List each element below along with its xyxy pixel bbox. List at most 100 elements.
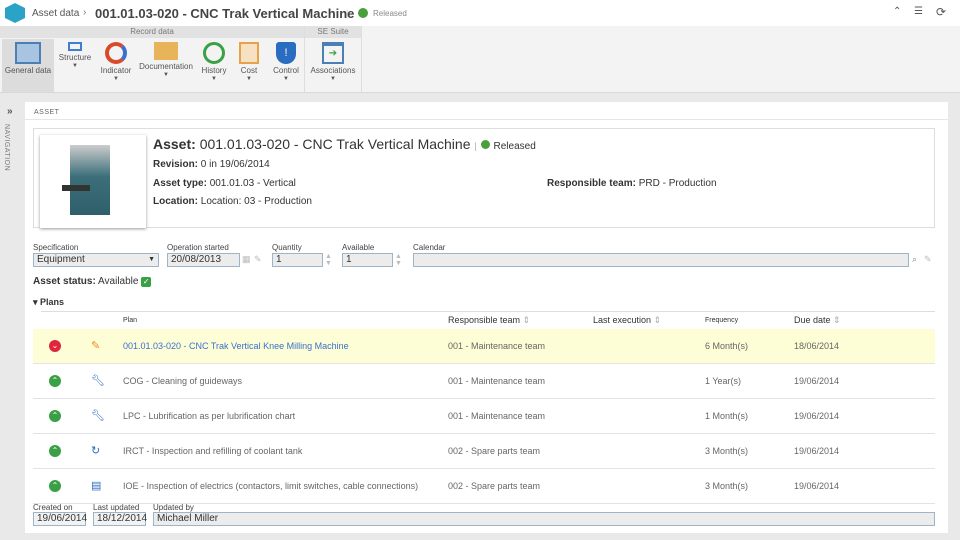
table-row[interactable]: ⌄ ✎ 001.01.03-020 - CNC Trak Vertical Kn…: [33, 329, 935, 364]
plans-toggle[interactable]: ▾ Plans: [33, 297, 64, 308]
plan-due-date: 19/06/2014: [794, 446, 840, 456]
column-due-date[interactable]: Due date ⇕: [794, 315, 841, 326]
plan-frequency: 3 Month(s): [705, 481, 749, 491]
divider: |: [346, 8, 349, 18]
group-record-data: Record data: [0, 26, 304, 38]
documentation-button[interactable]: Documentation ▼: [138, 39, 194, 92]
refresh-icon[interactable]: ⟳: [936, 5, 946, 19]
available-label: Available: [342, 243, 375, 252]
associations-button[interactable]: ➔ Associations ▼: [308, 39, 358, 92]
navigation-sidebar[interactable]: » NAVIGATION: [0, 102, 20, 540]
available-field[interactable]: 1: [342, 253, 393, 267]
column-plan[interactable]: Plan: [123, 317, 137, 324]
navigation-label: NAVIGATION: [3, 124, 10, 172]
plan-due-date: 19/06/2014: [794, 376, 840, 386]
plan-frequency: 3 Month(s): [705, 446, 749, 456]
quantity-stepper[interactable]: ▲ ▼: [325, 253, 332, 267]
general-data-button[interactable]: General data: [2, 39, 54, 92]
updated-by-label: Updated by: [153, 503, 194, 512]
history-button[interactable]: History ▼: [198, 39, 230, 92]
ok-status-icon: ⌃: [49, 445, 61, 457]
asset-type: Asset type: 001.01.03 - Vertical: [153, 178, 296, 189]
breadcrumb-asset-data[interactable]: Asset data: [32, 8, 79, 19]
shield-warning-icon: !: [276, 42, 296, 64]
created-on-field: 19/06/2014: [33, 512, 87, 526]
released-badge-icon: [480, 140, 490, 149]
asset-title: Asset: 001.01.03-020 - CNC Trak Vertical…: [153, 136, 536, 152]
indicator-button[interactable]: Indicator ▼: [98, 39, 134, 92]
clear-icon[interactable]: ✎: [924, 254, 932, 265]
wrench-icon: 🔧︎: [91, 410, 105, 422]
plan-team: 001 - Maintenance team: [448, 376, 546, 386]
control-button[interactable]: ! Control ▼: [268, 39, 304, 92]
ribbon-toolbar: Record data SE Suite General data Struct…: [0, 26, 960, 93]
plan-name: LPC - Lubrification as per lubrification…: [123, 411, 296, 421]
structure-button[interactable]: Structure ▼: [56, 39, 94, 92]
operation-started-field[interactable]: 20/08/2013: [167, 253, 240, 267]
calendar-field[interactable]: [413, 253, 909, 267]
wrench-icon: 🔧︎: [91, 375, 105, 387]
available-stepper[interactable]: ▲ ▼: [395, 253, 402, 267]
plan-name: IOE - Inspection of electrics (contactor…: [123, 481, 419, 491]
location: Location: Location: 03 - Production: [153, 196, 312, 207]
updated-by-field: Michael Miller: [153, 512, 935, 526]
plan-name: IRCT - Inspection and refilling of coola…: [123, 446, 303, 456]
expand-icon[interactable]: »: [7, 106, 13, 117]
table-row[interactable]: ⌃ ▤ IOE - Inspection of electrics (conta…: [33, 469, 935, 504]
column-frequency[interactable]: Frequency: [705, 317, 738, 324]
gauge-icon: [105, 42, 127, 64]
plan-team: 002 - Spare parts team: [448, 481, 541, 491]
tool-orange-icon: ✎: [91, 340, 101, 352]
table-row[interactable]: ⌃ 🔧︎ COG - Cleaning of guideways 001 - M…: [33, 364, 935, 399]
quantity-field[interactable]: 1: [272, 253, 323, 267]
associations-icon: ➔: [322, 42, 344, 64]
column-last-execution[interactable]: Last execution ⇕: [593, 315, 661, 326]
calendar-icon[interactable]: ▦: [242, 254, 251, 265]
table-row[interactable]: ⌃ ↻ IRCT - Inspection and refilling of c…: [33, 434, 935, 469]
plan-name: COG - Cleaning of guideways: [123, 376, 243, 386]
asset-status: Asset status: Available ✓: [33, 276, 152, 287]
table-row[interactable]: ⌃ 🔧︎ LPC - Lubrification as per lubrific…: [33, 399, 935, 434]
plan-frequency: 1 Month(s): [705, 411, 749, 421]
last-updated-label: Last updated: [93, 503, 140, 512]
plan-team: 002 - Spare parts team: [448, 446, 541, 456]
breadcrumb-chevron-icon: ›: [83, 7, 87, 18]
collapse-up-icon[interactable]: ⌃: [893, 6, 901, 17]
clear-icon[interactable]: ✎: [254, 254, 262, 265]
plan-frequency: 6 Month(s): [705, 341, 749, 351]
refill-icon: ↻: [91, 445, 101, 457]
quantity-label: Quantity: [272, 243, 302, 252]
clipboard-icon: ▤: [91, 480, 102, 492]
window-icon: [15, 42, 41, 64]
list-icon[interactable]: ☰: [914, 6, 923, 17]
structure-icon: [68, 42, 82, 51]
plan-frequency: 1 Year(s): [705, 376, 742, 386]
status-text: Released: [373, 9, 407, 18]
specification-select[interactable]: Equipment ▼: [33, 253, 159, 267]
caret-down-icon: ▾: [33, 297, 38, 307]
folder-clip-icon: [154, 42, 178, 60]
plan-due-date: 19/06/2014: [794, 481, 840, 491]
plan-team: 001 - Maintenance team: [448, 411, 546, 421]
operation-started-label: Operation started: [167, 243, 229, 252]
ok-status-icon: ⌃: [49, 375, 61, 387]
created-on-label: Created on: [33, 503, 73, 512]
revision: Revision: 0 in 19/06/2014: [153, 159, 270, 170]
cost-button[interactable]: Cost ▼: [234, 39, 264, 92]
search-icon[interactable]: ⌕: [912, 254, 917, 265]
section-title: ASSET: [34, 109, 60, 116]
plan-due-date: 18/06/2014: [794, 341, 840, 351]
calendar-label: Calendar: [413, 243, 446, 252]
overdue-status-icon: ⌄: [49, 340, 61, 352]
top-bar: Asset data › 001.01.03-020 - CNC Trak Ve…: [0, 0, 960, 26]
plan-name[interactable]: 001.01.03-020 - CNC Trak Vertical Knee M…: [123, 341, 349, 351]
page-title: 001.01.03-020 - CNC Trak Vertical Machin…: [95, 6, 355, 21]
last-updated-field: 18/12/2014: [93, 512, 147, 526]
history-clock-icon: [203, 42, 225, 64]
ok-status-icon: ⌃: [49, 410, 61, 422]
asset-image: [40, 135, 146, 228]
specification-label: Specification: [33, 243, 79, 252]
plan-due-date: 19/06/2014: [794, 411, 840, 421]
plan-team: 001 - Maintenance team: [448, 341, 546, 351]
column-responsible-team[interactable]: Responsible team ⇕: [448, 315, 530, 326]
